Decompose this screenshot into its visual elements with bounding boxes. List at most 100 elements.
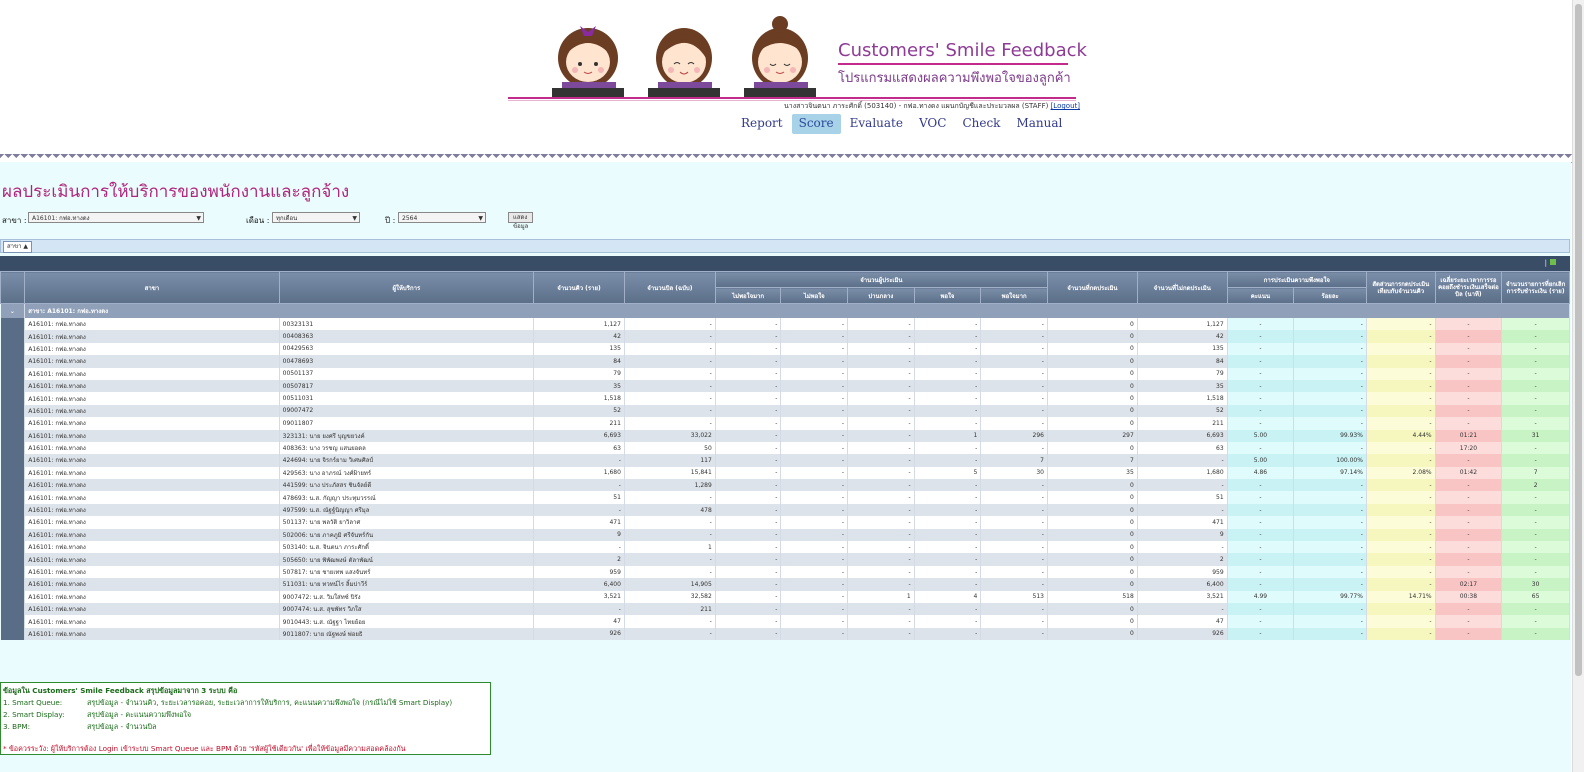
table-cell: - (914, 379, 982, 393)
page-scrollbar[interactable] (1572, 0, 1584, 772)
table-cell: - (533, 479, 625, 492)
row-indent-cell (0, 565, 26, 579)
table-cell: - (715, 318, 782, 331)
col-bill[interactable]: จำนวนบิล (ฉบับ) (623, 271, 716, 304)
table-cell: - (624, 491, 716, 504)
table-cell: - (780, 367, 849, 380)
table-cell: - (914, 627, 982, 641)
table-cell: - (847, 342, 915, 356)
table-row[interactable]: A16101: กฟอ.ทางดง 9007472: น.ส. วิมใส่ทซ์… (0, 590, 1570, 603)
table-row[interactable]: A16101: กฟอ.ทางดง 478693: น.ส. กัญญา ประท… (0, 491, 1570, 504)
table-row[interactable]: A16101: กฟอ.ทางดง 9010443: น.ส. ณัฐฐา ไทย… (0, 615, 1570, 628)
excel-export-icon[interactable] (1550, 259, 1556, 265)
year-select[interactable]: 2564 ▼ (398, 212, 486, 223)
col-score[interactable]: คะแนน (1226, 287, 1295, 304)
table-cell: - (1227, 392, 1295, 405)
table-row[interactable]: A16101: กฟอ.ทางดง 441599: นาง ประภัสสร ชิ… (0, 479, 1570, 492)
table-cell: - (914, 541, 982, 554)
score-table: สาขา ผู้ให้บริการ จำนวนคิว (ราย) จำนวนบิ… (0, 271, 1570, 641)
menu-manual[interactable]: Manual (1009, 114, 1069, 134)
show-data-button[interactable]: แสดงข้อมูล (508, 212, 534, 230)
table-cell: 478 (624, 503, 716, 517)
table-row[interactable]: A16101: กฟอ.ทางดง 00511031 1,518- - - - - -0 1,5… (0, 392, 1570, 405)
table-row[interactable]: A16101: กฟอ.ทางดง 9007474: น.ส. สุขพัทร ว… (0, 602, 1570, 616)
col-percent[interactable]: ร้อยละ (1293, 287, 1367, 304)
table-row[interactable]: A16101: กฟอ.ทางดง 00429563 135- - - - - -0 135- -… (0, 342, 1570, 356)
table-cell: 1,127 (1137, 318, 1228, 331)
table-row[interactable]: A16101: กฟอ.ทางดง 00408363 42- - - - - -0 42- - - -… (0, 330, 1570, 343)
col-pressed[interactable]: จำนวนที่กดประเมิน (1046, 271, 1138, 304)
table-cell: 3,521 (533, 590, 625, 603)
table-row[interactable]: A16101: กฟอ.ทางดง 408363: นาง วรชญ แสนยอด… (0, 441, 1570, 455)
group-header-row[interactable]: ⌄ สาขา: A16101: กฟอ.ทางดง (0, 303, 1570, 318)
table-cell: - (780, 429, 849, 442)
col-queue[interactable]: จำนวนคิว (ราย) (533, 271, 625, 304)
table-cell: A16101: กฟอ.ทางดง (24, 466, 280, 480)
table-cell: - (1227, 342, 1295, 356)
table-cell: 513 (980, 590, 1048, 603)
table-cell: - (1435, 627, 1503, 641)
table-cell: - (624, 565, 716, 579)
scrollbar-thumb[interactable] (1575, 4, 1582, 676)
col-r4[interactable]: พอใจ (913, 287, 982, 304)
table-cell: - (624, 342, 716, 356)
col-notpressed[interactable]: จำนวนที่ไม่กดประเมิน (1136, 271, 1228, 304)
table-cell: - (715, 590, 782, 603)
table-row[interactable]: A16101: กฟอ.ทางดง 00478693 84- - - - - -0 84- - - -… (0, 355, 1570, 368)
col-r5[interactable]: พอใจมาก (980, 287, 1048, 304)
menu-score[interactable]: Score (791, 114, 841, 134)
row-indent-cell (0, 615, 26, 628)
table-cell: - (780, 454, 849, 467)
table-cell: - (715, 541, 782, 554)
table-row[interactable]: A16101: กฟอ.ทางดง 424694: นาย จิรกร์ยาม ว… (0, 454, 1570, 467)
table-cell: - (1501, 379, 1570, 393)
table-cell: - (847, 466, 915, 480)
col-r1[interactable]: ไม่พอใจมาก (714, 287, 782, 304)
table-cell: - (1293, 627, 1367, 641)
table-row[interactable]: A16101: กฟอ.ทางดง 503140: น.ส. จินตนา ภาร… (0, 541, 1570, 554)
brand-subtitle: โปรแกรมแสดงผลความพึงพอใจของลูกค้า (838, 71, 1071, 86)
table-cell: - (1366, 528, 1436, 542)
table-row[interactable]: A16101: กฟอ.ทางดง 323131: นาย ยงศรี บุญขย… (0, 429, 1570, 442)
table-row[interactable]: A16101: กฟอ.ทางดง 00501137 79- - - - - -0 79- - - -… (0, 367, 1570, 380)
logout-link[interactable]: [Logout] (1051, 102, 1080, 110)
table-row[interactable]: A16101: กฟอ.ทางดง 9011807: นาย ณัฐพงษ์ พ่… (0, 627, 1570, 641)
table-cell: - (715, 454, 782, 467)
table-cell: 97.14% (1293, 466, 1367, 480)
col-r3[interactable]: ปานกลาง (847, 287, 915, 304)
col-avgtime[interactable]: เฉลี่ยระยะเวลาการรอคอยถึงชำระเงินเสร็จต่… (1434, 271, 1503, 304)
col-staff[interactable]: ผู้ให้บริการ (278, 271, 535, 304)
table-cell: - (980, 342, 1048, 356)
table-cell: - (847, 379, 915, 393)
table-cell: - (914, 441, 982, 455)
table-row[interactable]: A16101: กฟอ.ทางดง 09007472 52- - - - - -0 52- - - -… (0, 404, 1570, 418)
table-cell: - (1293, 417, 1367, 430)
menu-evaluate[interactable]: Evaluate (843, 114, 910, 134)
group-by-chip[interactable]: สาขา ▲ (3, 241, 33, 253)
table-row[interactable]: A16101: กฟอ.ทางดง 09011807 211- - - - - -0 211- -… (0, 417, 1570, 430)
table-row[interactable]: A16101: กฟอ.ทางดง 00323131 1,127- - - - - -0 1,1… (0, 318, 1570, 331)
table-row[interactable]: A16101: กฟอ.ทางดง 502006: นาย ภาคภูมิ ศรี… (0, 528, 1570, 542)
table-cell: - (624, 379, 716, 393)
collapse-icon[interactable]: ⌄ (0, 303, 26, 318)
col-branch[interactable]: สาขา (24, 271, 280, 304)
table-row[interactable]: A16101: กฟอ.ทางดง 505650: นาย พิพัฒพงษ์ ต… (0, 553, 1570, 566)
table-row[interactable]: A16101: กฟอ.ทางดง 00507817 35- - - - - -0 35- - - -… (0, 379, 1570, 393)
table-cell: 1,289 (624, 479, 716, 492)
col-bpm[interactable]: จำนวนรายการที่ยกเลิกการรับชำระเงิน (ราย) (1501, 271, 1570, 304)
col-r2[interactable]: ไม่พอใจ (780, 287, 849, 304)
table-cell: 00511031 (279, 392, 535, 405)
col-ratio[interactable]: สัดส่วนการกดประเมินเทียบกับจำนวนคิว (1365, 271, 1436, 304)
table-row[interactable]: A16101: กฟอ.ทางดง 501137: นาย พลวัติ ยาวิ… (0, 516, 1570, 529)
table-cell: - (1227, 627, 1295, 641)
table-row[interactable]: A16101: กฟอ.ทางดง 511031: นาย ทวทน์ไร ลิ้… (0, 578, 1570, 591)
month-select[interactable]: ทุกเดือน ▼ (272, 212, 360, 223)
menu-voc[interactable]: VOC (912, 114, 953, 134)
table-row[interactable]: A16101: กฟอ.ทางดง 497599: น.ส. ณัฐฐ์นิญญา… (0, 503, 1570, 517)
menu-report[interactable]: Report (734, 114, 790, 134)
table-cell: - (980, 602, 1048, 616)
table-row[interactable]: A16101: กฟอ.ทางดง 429563: นาง อาภรณ์ วงศ์… (0, 466, 1570, 480)
table-row[interactable]: A16101: กฟอ.ทางดง 507817: นาย ชายเทพ แสงจ… (0, 565, 1570, 579)
menu-check[interactable]: Check (955, 114, 1007, 134)
branch-select[interactable]: A16101: กฟอ.ทางดง ▼ (28, 212, 204, 223)
